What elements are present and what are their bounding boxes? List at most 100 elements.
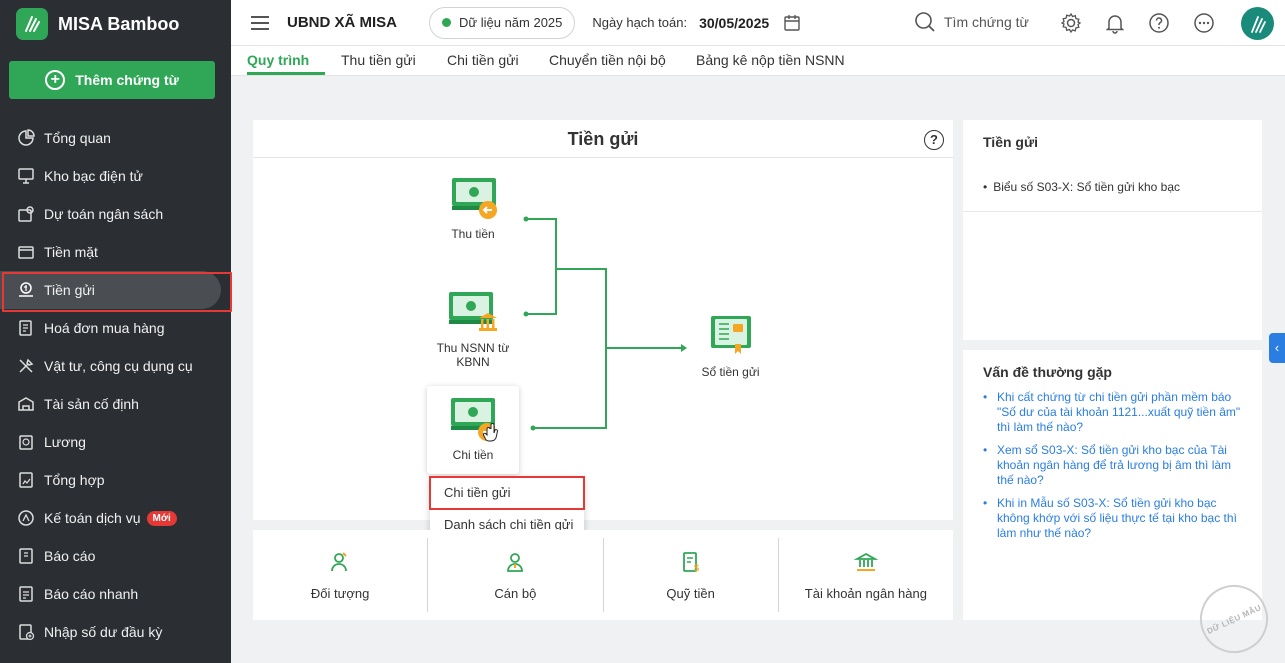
sidebar-item-tong-quan[interactable]: Tổng quan bbox=[0, 119, 231, 157]
sidebar-item-du-toan[interactable]: Dự toán ngân sách bbox=[0, 195, 231, 233]
tab-bang-ke-nop-tien[interactable]: Bảng kê nộp tiền NSNN bbox=[696, 52, 845, 68]
shortcut-can-bo[interactable]: Cán bộ bbox=[428, 538, 604, 612]
salary-icon bbox=[19, 435, 33, 450]
wallet-icon bbox=[18, 246, 34, 259]
flow-node-label-line2: KBNN bbox=[456, 355, 490, 369]
flow-node-label: Thu tiền bbox=[451, 227, 495, 241]
faq-link[interactable]: Xem sổ S03-X: Sổ tiền gửi kho bạc của Tà… bbox=[983, 443, 1242, 488]
brand[interactable]: MISA Bamboo bbox=[0, 0, 231, 48]
faq-title: Vấn đề thường gặp bbox=[983, 364, 1112, 380]
sidebar-item-label: Hoá đơn mua hàng bbox=[44, 320, 165, 336]
posting-date-label: Ngày hạch toán: bbox=[592, 15, 688, 30]
money-out-icon bbox=[451, 398, 499, 442]
sidebar-item-ke-toan-dich-vu[interactable]: Kế toán dịch vụ Mới bbox=[0, 499, 231, 537]
user-avatar[interactable] bbox=[1241, 7, 1274, 40]
sidebar-item-tong-hop[interactable]: Tổng hợp bbox=[0, 461, 231, 499]
building-icon bbox=[18, 397, 34, 411]
collapse-panel-button[interactable]: ‹ bbox=[1269, 333, 1285, 363]
sidebar-item-hoa-don[interactable]: Hoá đơn mua hàng bbox=[0, 309, 231, 347]
bank-icon bbox=[853, 552, 878, 571]
pie-chart-icon bbox=[18, 129, 35, 146]
monitor-icon bbox=[18, 168, 34, 184]
shortcut-tai-khoan-ngan-hang[interactable]: Tài khoản ngân hàng bbox=[779, 538, 953, 612]
help-circle-icon[interactable] bbox=[1148, 12, 1170, 34]
add-voucher-label: Thêm chứng từ bbox=[75, 72, 179, 88]
process-flow-panel: Tiền gửi ? Thu tiền Thu NSNN từ KBNN Sổ … bbox=[253, 120, 953, 520]
svg-text:$: $ bbox=[694, 563, 699, 573]
sidebar-item-vat-tu[interactable]: Vật tư, công cụ dụng cụ bbox=[0, 347, 231, 385]
search-label: Tìm chứng từ bbox=[944, 14, 1029, 30]
shortcut-label: Đối tượng bbox=[310, 585, 370, 601]
shortcut-panel: Đối tượng Cán bộ $ Quỹ tiền Tài khoản ng… bbox=[253, 530, 953, 620]
tab-chi-tien-gui[interactable]: Chi tiền gửi bbox=[447, 52, 519, 68]
posting-date-value[interactable]: 30/05/2025 bbox=[699, 15, 769, 31]
sidebar-item-label: Tổng quan bbox=[44, 130, 111, 146]
calendar-icon[interactable] bbox=[783, 14, 801, 32]
sidebar-item-label: Lương bbox=[44, 434, 86, 450]
flow-node-thu-tien[interactable]: Thu tiền bbox=[443, 176, 503, 241]
search-voucher[interactable]: Tìm chứng từ bbox=[914, 11, 1029, 33]
sidebar-item-label: Tiền gửi bbox=[44, 282, 95, 298]
sidebar-item-label: Kho bạc điện tử bbox=[44, 168, 143, 184]
shortcut-label: Cán bộ bbox=[494, 585, 537, 601]
new-badge: Mới bbox=[146, 510, 177, 526]
tab-quy-trinh[interactable]: Quy trình bbox=[247, 52, 309, 68]
menu-toggle-icon[interactable] bbox=[251, 15, 269, 30]
flow-node-label: Sổ tiền gửi bbox=[701, 365, 760, 379]
watermark-text: DỮ LIỆU MẪU bbox=[1205, 602, 1263, 636]
bamboo-avatar-icon bbox=[1250, 15, 1266, 33]
data-year-selector[interactable]: Dữ liệu năm 2025 bbox=[429, 6, 576, 39]
sidebar-item-label: Kế toán dịch vụ bbox=[44, 510, 141, 526]
budget-icon bbox=[18, 206, 34, 222]
faq-panel: Vấn đề thường gặp Khi cất chứng từ chi t… bbox=[963, 350, 1262, 620]
sidebar-item-nhap-so-du[interactable]: Nhập số dư đầu kỳ bbox=[0, 613, 231, 651]
cash-fund-icon: $ bbox=[682, 551, 699, 573]
bank-deposit-icon bbox=[19, 282, 33, 297]
staff-icon bbox=[507, 552, 524, 572]
search-icon bbox=[915, 12, 935, 32]
tools-icon bbox=[19, 358, 34, 373]
sidebar-item-tai-san[interactable]: Tài sản cố định bbox=[0, 385, 231, 423]
sidebar-item-tien-mat[interactable]: Tiền mặt bbox=[0, 233, 231, 271]
tab-chuyen-tien-noi-bo[interactable]: Chuyển tiền nội bộ bbox=[549, 52, 666, 68]
more-options-icon[interactable] bbox=[1193, 12, 1215, 34]
sidebar-item-luong[interactable]: Lương bbox=[0, 423, 231, 461]
bamboo-logo-icon bbox=[16, 8, 48, 40]
data-year-label: Dữ liệu năm 2025 bbox=[459, 15, 563, 30]
shortcut-doi-tuong[interactable]: Đối tượng bbox=[253, 538, 429, 612]
top-bar: UBND XÃ MISA Dữ liệu năm 2025 Ngày hạch … bbox=[231, 0, 1285, 46]
add-voucher-button[interactable]: + Thêm chứng từ bbox=[9, 61, 215, 99]
flow-node-chi-tien[interactable]: Chi tiền bbox=[427, 386, 519, 474]
sidebar-item-tien-gui[interactable]: Tiền gửi bbox=[0, 271, 232, 312]
bell-icon[interactable] bbox=[1104, 12, 1126, 34]
sidebar-item-kho-bac[interactable]: Kho bạc điện tử bbox=[0, 157, 231, 195]
flow-node-thu-nsnn[interactable]: Thu NSNN từ KBNN bbox=[429, 290, 517, 369]
flow-node-so-tien-gui[interactable]: Sổ tiền gửi bbox=[693, 310, 768, 379]
status-dot-icon bbox=[442, 18, 452, 27]
sidebar-item-label: Dự toán ngân sách bbox=[44, 206, 164, 222]
summary-icon bbox=[19, 472, 33, 488]
report-icon bbox=[19, 548, 33, 564]
reports-title: Tiền gửi bbox=[963, 120, 1262, 212]
menu-item-chi-tien-gui[interactable]: Chi tiền gửi bbox=[429, 476, 585, 510]
sidebar-nav: Tổng quan Kho bạc điện tử Dự toán ngân s… bbox=[0, 119, 232, 651]
shortcut-quy-tien[interactable]: $ Quỹ tiền bbox=[604, 538, 779, 612]
gear-icon[interactable] bbox=[1060, 12, 1082, 34]
reports-panel: Tiền gửi Biểu số S03-X: Sổ tiền gửi kho … bbox=[963, 120, 1262, 340]
sidebar-item-label: Báo cáo bbox=[44, 548, 96, 564]
faq-link[interactable]: Khi cất chứng từ chi tiền gửi phần mềm b… bbox=[983, 390, 1242, 435]
app-name: MISA Bamboo bbox=[58, 13, 180, 34]
tab-thu-tien-gui[interactable]: Thu tiền gửi bbox=[341, 52, 416, 68]
faq-link[interactable]: Khi in Mẫu số S03-X: Sổ tiền gửi kho bạc… bbox=[983, 496, 1242, 541]
partner-icon bbox=[331, 551, 348, 571]
invoice-icon bbox=[19, 320, 32, 336]
sidebar-item-label: Tiền mặt bbox=[44, 244, 98, 260]
money-in-icon bbox=[452, 178, 497, 219]
sidebar-item-label: Vật tư, công cụ dụng cụ bbox=[44, 358, 193, 374]
tab-bar: Quy trình Thu tiền gửi Chi tiền gửi Chuy… bbox=[231, 46, 1285, 76]
sidebar-item-bao-cao-nhanh[interactable]: Báo cáo nhanh bbox=[0, 575, 231, 613]
report-link[interactable]: Biểu số S03-X: Sổ tiền gửi kho bạc bbox=[983, 180, 1180, 194]
sidebar-item-bao-cao[interactable]: Báo cáo bbox=[0, 537, 231, 575]
opening-balance-icon bbox=[19, 624, 35, 641]
sidebar-item-label: Tài sản cố định bbox=[44, 396, 139, 412]
